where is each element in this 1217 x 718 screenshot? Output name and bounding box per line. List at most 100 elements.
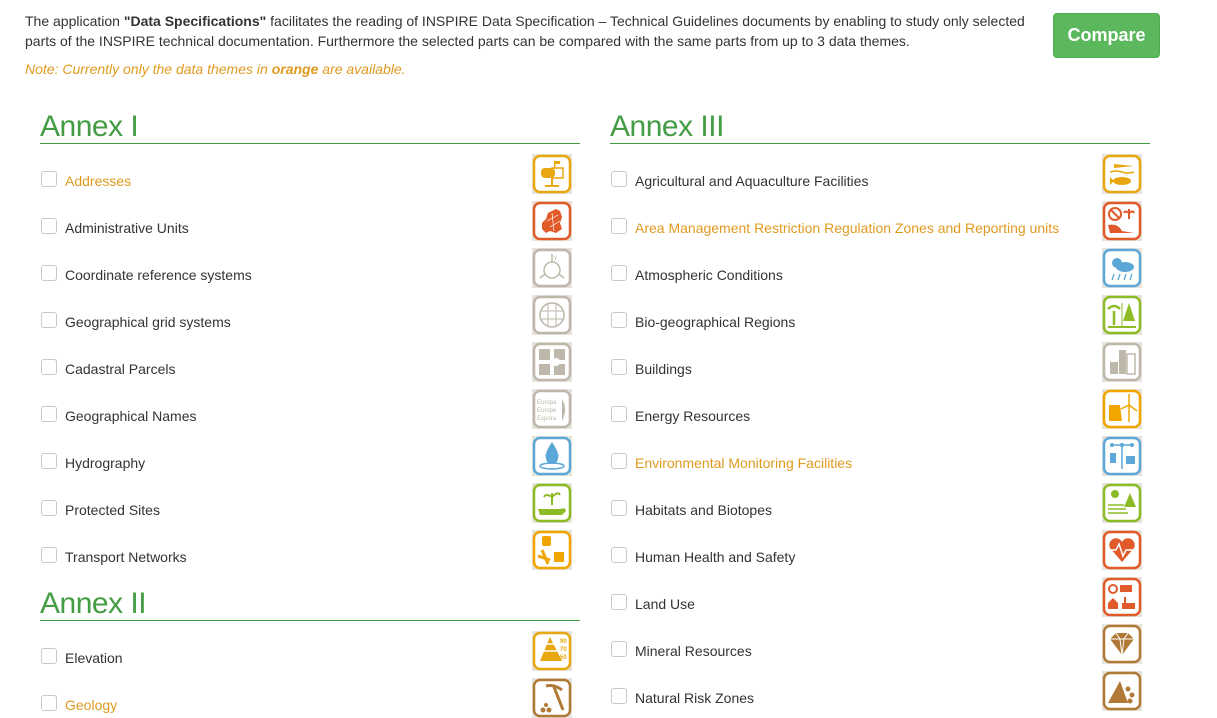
theme-item: Natural Risk Zones — [610, 661, 1150, 711]
pickaxe-icon — [532, 678, 572, 718]
theme-checkbox[interactable] — [41, 547, 57, 563]
europe-map-icon — [532, 201, 572, 241]
theme-item: Geographical grid systems — [40, 285, 580, 335]
theme-item: Buildings — [610, 332, 1150, 382]
availability-note: Note: Currently only the data themes in … — [25, 61, 406, 77]
theme-item: Coordinate reference systems y — [40, 238, 580, 288]
theme-label: Natural Risk Zones — [635, 690, 755, 706]
theme-item: Protected Sites — [40, 473, 580, 523]
theme-item: Geology — [40, 668, 580, 718]
theme-label[interactable]: Area Management Restriction Regulation Z… — [635, 220, 1059, 236]
annex-3-list: Agricultural and Aquaculture Facilities A… — [610, 144, 1150, 711]
theme-label: Elevation — [65, 650, 123, 666]
theme-checkbox[interactable] — [611, 171, 627, 187]
annex-2-section: Annex II Elevation 90 70 50 Geology — [40, 587, 580, 718]
theme-checkbox[interactable] — [41, 312, 57, 328]
annex-2-list: Elevation 90 70 50 Geology — [40, 621, 580, 718]
theme-checkbox[interactable] — [611, 547, 627, 563]
svg-text:Europe: Europe — [537, 408, 557, 414]
theme-label[interactable]: Addresses — [65, 173, 131, 189]
svg-text:Espora: Espora — [537, 416, 557, 422]
elevation-icon: 90 70 50 — [532, 631, 572, 671]
note-prefix: Note: Currently only the data themes in — [25, 61, 272, 77]
theme-item: Atmospheric Conditions — [610, 238, 1150, 288]
theme-checkbox[interactable] — [41, 359, 57, 375]
theme-checkbox[interactable] — [611, 641, 627, 657]
theme-label: Atmospheric Conditions — [635, 267, 783, 283]
theme-item: Transport Networks — [40, 520, 580, 570]
wind-turbine-icon — [1102, 389, 1142, 429]
theme-item: Cadastral Parcels — [40, 332, 580, 382]
theme-item: Environmental Monitoring Facilities — [610, 426, 1150, 476]
heart-pulse-icon — [1102, 530, 1142, 570]
theme-checkbox[interactable] — [611, 218, 627, 234]
theme-checkbox[interactable] — [611, 500, 627, 516]
theme-label: Mineral Resources — [635, 643, 752, 659]
theme-checkbox[interactable] — [41, 171, 57, 187]
theme-checkbox[interactable] — [611, 265, 627, 281]
theme-checkbox[interactable] — [41, 500, 57, 516]
buildings-icon — [1102, 342, 1142, 382]
theme-checkbox[interactable] — [611, 312, 627, 328]
svg-text:Europa: Europa — [537, 400, 557, 406]
globe-axes-icon: y — [532, 248, 572, 288]
theme-label: Transport Networks — [65, 549, 187, 565]
svg-text:y: y — [554, 255, 557, 261]
note-highlight: orange — [271, 61, 319, 77]
weather-icon — [1102, 248, 1142, 288]
theme-checkbox[interactable] — [611, 406, 627, 422]
theme-item: Human Health and Safety — [610, 520, 1150, 570]
theme-label: Cadastral Parcels — [65, 361, 176, 377]
theme-checkbox[interactable] — [41, 453, 57, 469]
diamond-icon — [1102, 624, 1142, 664]
theme-checkbox[interactable] — [611, 688, 627, 704]
water-drop-icon — [532, 436, 572, 476]
theme-checkbox[interactable] — [41, 218, 57, 234]
names-icon: Europa Europe Espora — [532, 389, 572, 429]
theme-checkbox[interactable] — [611, 359, 627, 375]
annex-3-section: Annex III Agricultural and Aquaculture F… — [610, 110, 1150, 711]
svg-text:70: 70 — [560, 647, 567, 653]
note-suffix: are available. — [318, 61, 406, 77]
intro-text: The application "Data Specifications" fa… — [25, 12, 1050, 51]
theme-label[interactable]: Geology — [65, 697, 117, 713]
theme-label: Energy Resources — [635, 408, 751, 424]
theme-checkbox[interactable] — [611, 594, 627, 610]
theme-label: Hydrography — [65, 455, 146, 471]
theme-item: Habitats and Biotopes — [610, 473, 1150, 523]
habitat-icon — [1102, 483, 1142, 523]
monitoring-station-icon — [1102, 436, 1142, 476]
theme-item: Bio-geographical Regions — [610, 285, 1150, 335]
theme-item: Land Use — [610, 567, 1150, 617]
annex-1-list: Addresses Administrative Units Coordinate … — [40, 144, 580, 570]
parcels-icon — [532, 342, 572, 382]
transport-icon — [532, 530, 572, 570]
theme-item: Mineral Resources — [610, 614, 1150, 664]
theme-label: Geographical Names — [65, 408, 197, 424]
theme-checkbox[interactable] — [41, 406, 57, 422]
grid-globe-icon — [532, 295, 572, 335]
land-use-icon — [1102, 577, 1142, 617]
theme-label: Land Use — [635, 596, 695, 612]
theme-checkbox[interactable] — [41, 695, 57, 711]
theme-label: Buildings — [635, 361, 692, 377]
theme-label: Bio-geographical Regions — [635, 314, 796, 330]
annex-1-section: Annex I Addresses Administrative Units Coo… — [40, 110, 580, 570]
rockfall-icon — [1102, 671, 1142, 711]
theme-item: Agricultural and Aquaculture Facilities — [610, 144, 1150, 194]
carrot-fish-icon — [1102, 154, 1142, 194]
theme-label: Administrative Units — [65, 220, 189, 236]
theme-checkbox[interactable] — [611, 453, 627, 469]
annex-2-heading: Annex II — [40, 587, 580, 621]
theme-checkbox[interactable] — [41, 648, 57, 664]
theme-label[interactable]: Environmental Monitoring Facilities — [635, 455, 852, 471]
theme-label: Human Health and Safety — [635, 549, 796, 565]
palm-pine-icon — [1102, 295, 1142, 335]
intro-prefix: The application — [25, 13, 124, 29]
theme-label: Protected Sites — [65, 502, 160, 518]
theme-checkbox[interactable] — [41, 265, 57, 281]
annex-3-heading: Annex III — [610, 110, 1150, 144]
compare-button[interactable]: Compare — [1053, 13, 1160, 58]
theme-item: Area Management Restriction Regulation Z… — [610, 191, 1150, 241]
theme-item: Addresses — [40, 144, 580, 194]
